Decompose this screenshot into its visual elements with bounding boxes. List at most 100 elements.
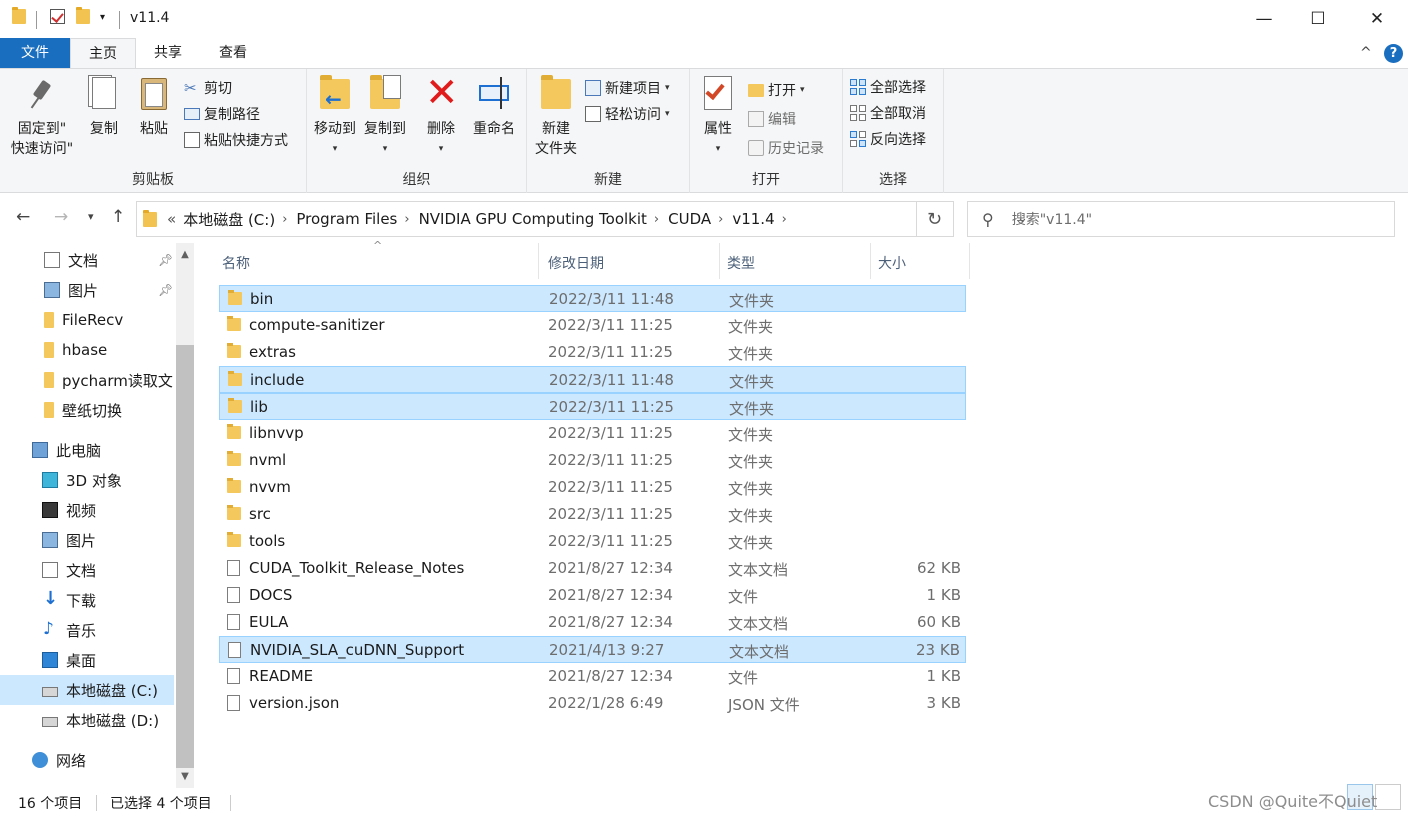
nav-item-pycharm[interactable]: pycharm读取文 — [44, 365, 176, 395]
column-divider[interactable] — [538, 243, 539, 279]
edit-button[interactable]: 编辑 — [748, 108, 796, 130]
recent-locations-chevron-icon[interactable]: ▾ — [88, 210, 94, 223]
nav-item-3d-objects[interactable]: 3D 对象 — [42, 465, 174, 495]
new-folder-button[interactable]: 新建 文件夹 — [531, 75, 581, 159]
table-row[interactable]: include 2022/3/11 11:48 文件夹 — [219, 366, 966, 393]
new-item-button[interactable]: 新建项目 ▾ — [585, 77, 670, 99]
table-row[interactable]: tools 2022/3/11 11:25 文件夹 — [219, 528, 966, 555]
breadcrumb-overflow[interactable]: « — [167, 210, 176, 228]
select-all-button[interactable]: 全部选择 — [850, 76, 926, 98]
table-row[interactable]: version.json 2022/1/28 6:49 JSON 文件 3 KB — [219, 690, 966, 717]
column-header-date[interactable]: 修改日期 — [548, 253, 604, 273]
nav-item-music[interactable]: 音乐 — [42, 615, 174, 645]
customize-quick-access-icon[interactable]: ▾ — [100, 12, 105, 23]
table-row[interactable]: README 2021/8/27 12:34 文件 1 KB — [219, 663, 966, 690]
column-header-size[interactable]: 大小 — [878, 253, 906, 273]
table-row[interactable]: nvvm 2022/3/11 11:25 文件夹 — [219, 474, 966, 501]
address-bar[interactable]: « 本地磁盘 (C:) › Program Files › NVIDIA GPU C… — [136, 201, 1028, 237]
open-button[interactable]: 打开 ▾ — [748, 79, 805, 101]
tab-share[interactable]: 共享 — [140, 38, 196, 68]
tab-view[interactable]: 查看 — [204, 38, 262, 68]
nav-item-network[interactable]: 网络 — [32, 745, 174, 775]
nav-item-filerecv[interactable]: FileRecv — [44, 305, 174, 335]
tab-home[interactable]: 主页 — [70, 38, 136, 68]
breadcrumb-item[interactable]: CUDA — [668, 210, 711, 228]
properties-button[interactable]: 属性 ▾ — [698, 75, 738, 159]
refresh-icon[interactable]: ↻ — [916, 201, 954, 237]
new-folder-quick-access-icon[interactable] — [76, 7, 90, 24]
paste-button[interactable]: 粘贴 — [134, 75, 174, 139]
help-icon[interactable]: ? — [1384, 44, 1403, 63]
table-row[interactable]: bin 2022/3/11 11:48 文件夹 — [219, 285, 966, 312]
table-row[interactable]: DOCS 2021/8/27 12:34 文件 1 KB — [219, 582, 966, 609]
nav-item-downloads[interactable]: 下载 — [42, 585, 174, 615]
document-icon — [44, 252, 60, 268]
nav-item-hbase[interactable]: hbase — [44, 335, 174, 365]
column-header-name[interactable]: 名称 — [222, 253, 250, 273]
nav-item-documents[interactable]: 文档 — [42, 555, 174, 585]
table-row[interactable]: libnvvp 2022/3/11 11:25 文件夹 — [219, 420, 966, 447]
rename-button[interactable]: 重命名 — [469, 75, 519, 139]
copy-path-button[interactable]: 复制路径 — [184, 103, 260, 125]
column-divider[interactable] — [719, 243, 720, 279]
pin-to-quick-access-button[interactable]: 固定到" 快速访问" — [6, 75, 78, 159]
copy-button[interactable]: 复制 — [84, 75, 124, 139]
collapse-ribbon-icon[interactable]: ^ — [1360, 45, 1372, 61]
scroll-down-icon[interactable]: ▼ — [176, 771, 194, 782]
nav-item-documents-quick[interactable]: 文档 — [44, 245, 174, 275]
properties-quick-access-icon[interactable] — [50, 9, 65, 24]
breadcrumb-item[interactable]: v11.4 — [732, 210, 774, 228]
back-arrow-icon[interactable]: ← — [16, 207, 30, 227]
pin-icon[interactable]: 📌︎ — [158, 253, 173, 267]
table-row[interactable]: src 2022/3/11 11:25 文件夹 — [219, 501, 966, 528]
large-icons-view-icon[interactable] — [1375, 784, 1401, 810]
history-button[interactable]: 历史记录 — [748, 137, 824, 159]
table-row[interactable]: compute-sanitizer 2022/3/11 11:25 文件夹 — [219, 312, 966, 339]
move-to-button[interactable]: ← 移动到 ▾ — [312, 75, 358, 159]
pin-icon[interactable]: 📌︎ — [158, 283, 173, 297]
table-row[interactable]: extras 2022/3/11 11:25 文件夹 — [219, 339, 966, 366]
up-arrow-icon[interactable]: ↑ — [111, 207, 125, 227]
forward-arrow-icon[interactable]: → — [54, 207, 68, 227]
invert-selection-button[interactable]: 反向选择 — [850, 128, 926, 150]
nav-item-drive-c[interactable]: 本地磁盘 (C:) — [0, 675, 174, 705]
delete-button[interactable]: ✕ 删除 ▾ — [421, 73, 461, 159]
chevron-right-icon[interactable]: › — [282, 212, 287, 227]
select-none-button[interactable]: 全部取消 — [850, 102, 926, 124]
table-row[interactable]: nvml 2022/3/11 11:25 文件夹 — [219, 447, 966, 474]
paste-shortcut-button[interactable]: 粘贴快捷方式 — [184, 129, 288, 151]
column-divider[interactable] — [870, 243, 871, 279]
table-row[interactable]: CUDA_Toolkit_Release_Notes 2021/8/27 12:3… — [219, 555, 966, 582]
file-type: 文件夹 — [728, 426, 774, 444]
search-box[interactable]: ⚲ 搜索"v11.4" — [967, 201, 1395, 237]
column-divider[interactable] — [969, 243, 970, 279]
table-row[interactable]: lib 2022/3/11 11:25 文件夹 — [219, 393, 966, 420]
copy-to-button[interactable]: 复制到 ▾ — [362, 75, 408, 159]
cut-button[interactable]: ✂ 剪切 — [184, 77, 232, 99]
breadcrumb-item[interactable]: 本地磁盘 (C:) — [183, 209, 275, 230]
nav-item-pictures[interactable]: 图片 — [42, 525, 174, 555]
table-row[interactable]: NVIDIA_SLA_cuDNN_Support 2021/4/13 9:27 文本… — [219, 636, 966, 663]
nav-item-this-pc[interactable]: 此电脑 — [32, 435, 174, 465]
nav-scrollbar-thumb[interactable] — [176, 345, 194, 768]
chevron-right-icon[interactable]: › — [404, 212, 409, 227]
column-header-type[interactable]: 类型 — [727, 253, 755, 273]
nav-item-desktop[interactable]: 桌面 — [42, 645, 174, 675]
close-button[interactable]: ✕ — [1350, 0, 1404, 38]
minimize-button[interactable]: — — [1237, 0, 1291, 38]
table-row[interactable]: EULA 2021/8/27 12:34 文本文档 60 KB — [219, 609, 966, 636]
chevron-right-icon[interactable]: › — [718, 212, 723, 227]
nav-item-wallpaper[interactable]: 壁纸切换 — [44, 395, 174, 425]
search-input[interactable]: 搜索"v11.4" — [1012, 209, 1092, 229]
nav-item-videos[interactable]: 视频 — [42, 495, 174, 525]
nav-item-drive-d[interactable]: 本地磁盘 (D:) — [42, 705, 174, 735]
chevron-right-icon[interactable]: › — [654, 212, 659, 227]
breadcrumb-item[interactable]: Program Files — [296, 210, 397, 228]
breadcrumb-item[interactable]: NVIDIA GPU Computing Toolkit — [419, 210, 647, 228]
tab-file[interactable]: 文件 — [0, 38, 70, 68]
maximize-button[interactable]: ☐ — [1291, 0, 1345, 38]
chevron-right-icon[interactable]: › — [782, 212, 787, 227]
easy-access-button[interactable]: 轻松访问 ▾ — [585, 103, 670, 125]
nav-item-pictures-quick[interactable]: 图片 — [44, 275, 174, 305]
scroll-up-icon[interactable]: ▲ — [176, 249, 194, 260]
